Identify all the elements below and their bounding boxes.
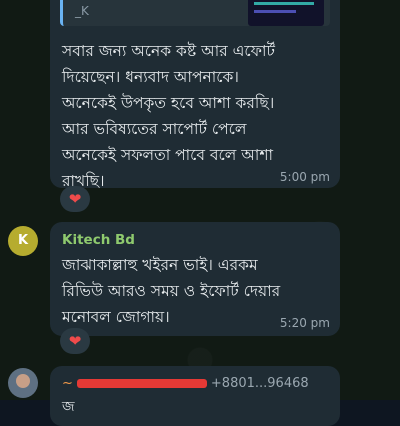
- reply-preview[interactable]: _K: [60, 0, 330, 26]
- sender-prefix: ~: [62, 376, 73, 391]
- message-bubble[interactable]: Kitech Bd জাঝাকাল্লাহু খইরন ভাই। এরকম রি…: [50, 222, 340, 336]
- heart-reaction-icon[interactable]: ❤: [60, 186, 90, 212]
- heart-reaction-icon[interactable]: ❤: [60, 328, 90, 354]
- message-bubble[interactable]: _K সবার জন্য অনেক কষ্ট আর এফোর্ট দিয়েছে…: [50, 0, 340, 190]
- message-bubble[interactable]: ~ +8801...96468 জ: [50, 366, 340, 426]
- sender-name[interactable]: Kitech Bd: [62, 232, 328, 248]
- avatar[interactable]: [8, 368, 38, 398]
- redacted-sender-name: [76, 379, 207, 388]
- message-text: জ: [62, 399, 75, 415]
- reply-thumbnail-image: [248, 0, 324, 26]
- reply-sender-name: _K: [75, 4, 89, 18]
- message-time: 5:00 pm: [279, 170, 330, 184]
- avatar[interactable]: K: [8, 226, 38, 256]
- sender-phone: +8801...96468: [210, 376, 309, 391]
- sender-row[interactable]: ~ +8801...96468: [62, 376, 328, 391]
- message-time: 5:20 pm: [279, 316, 330, 330]
